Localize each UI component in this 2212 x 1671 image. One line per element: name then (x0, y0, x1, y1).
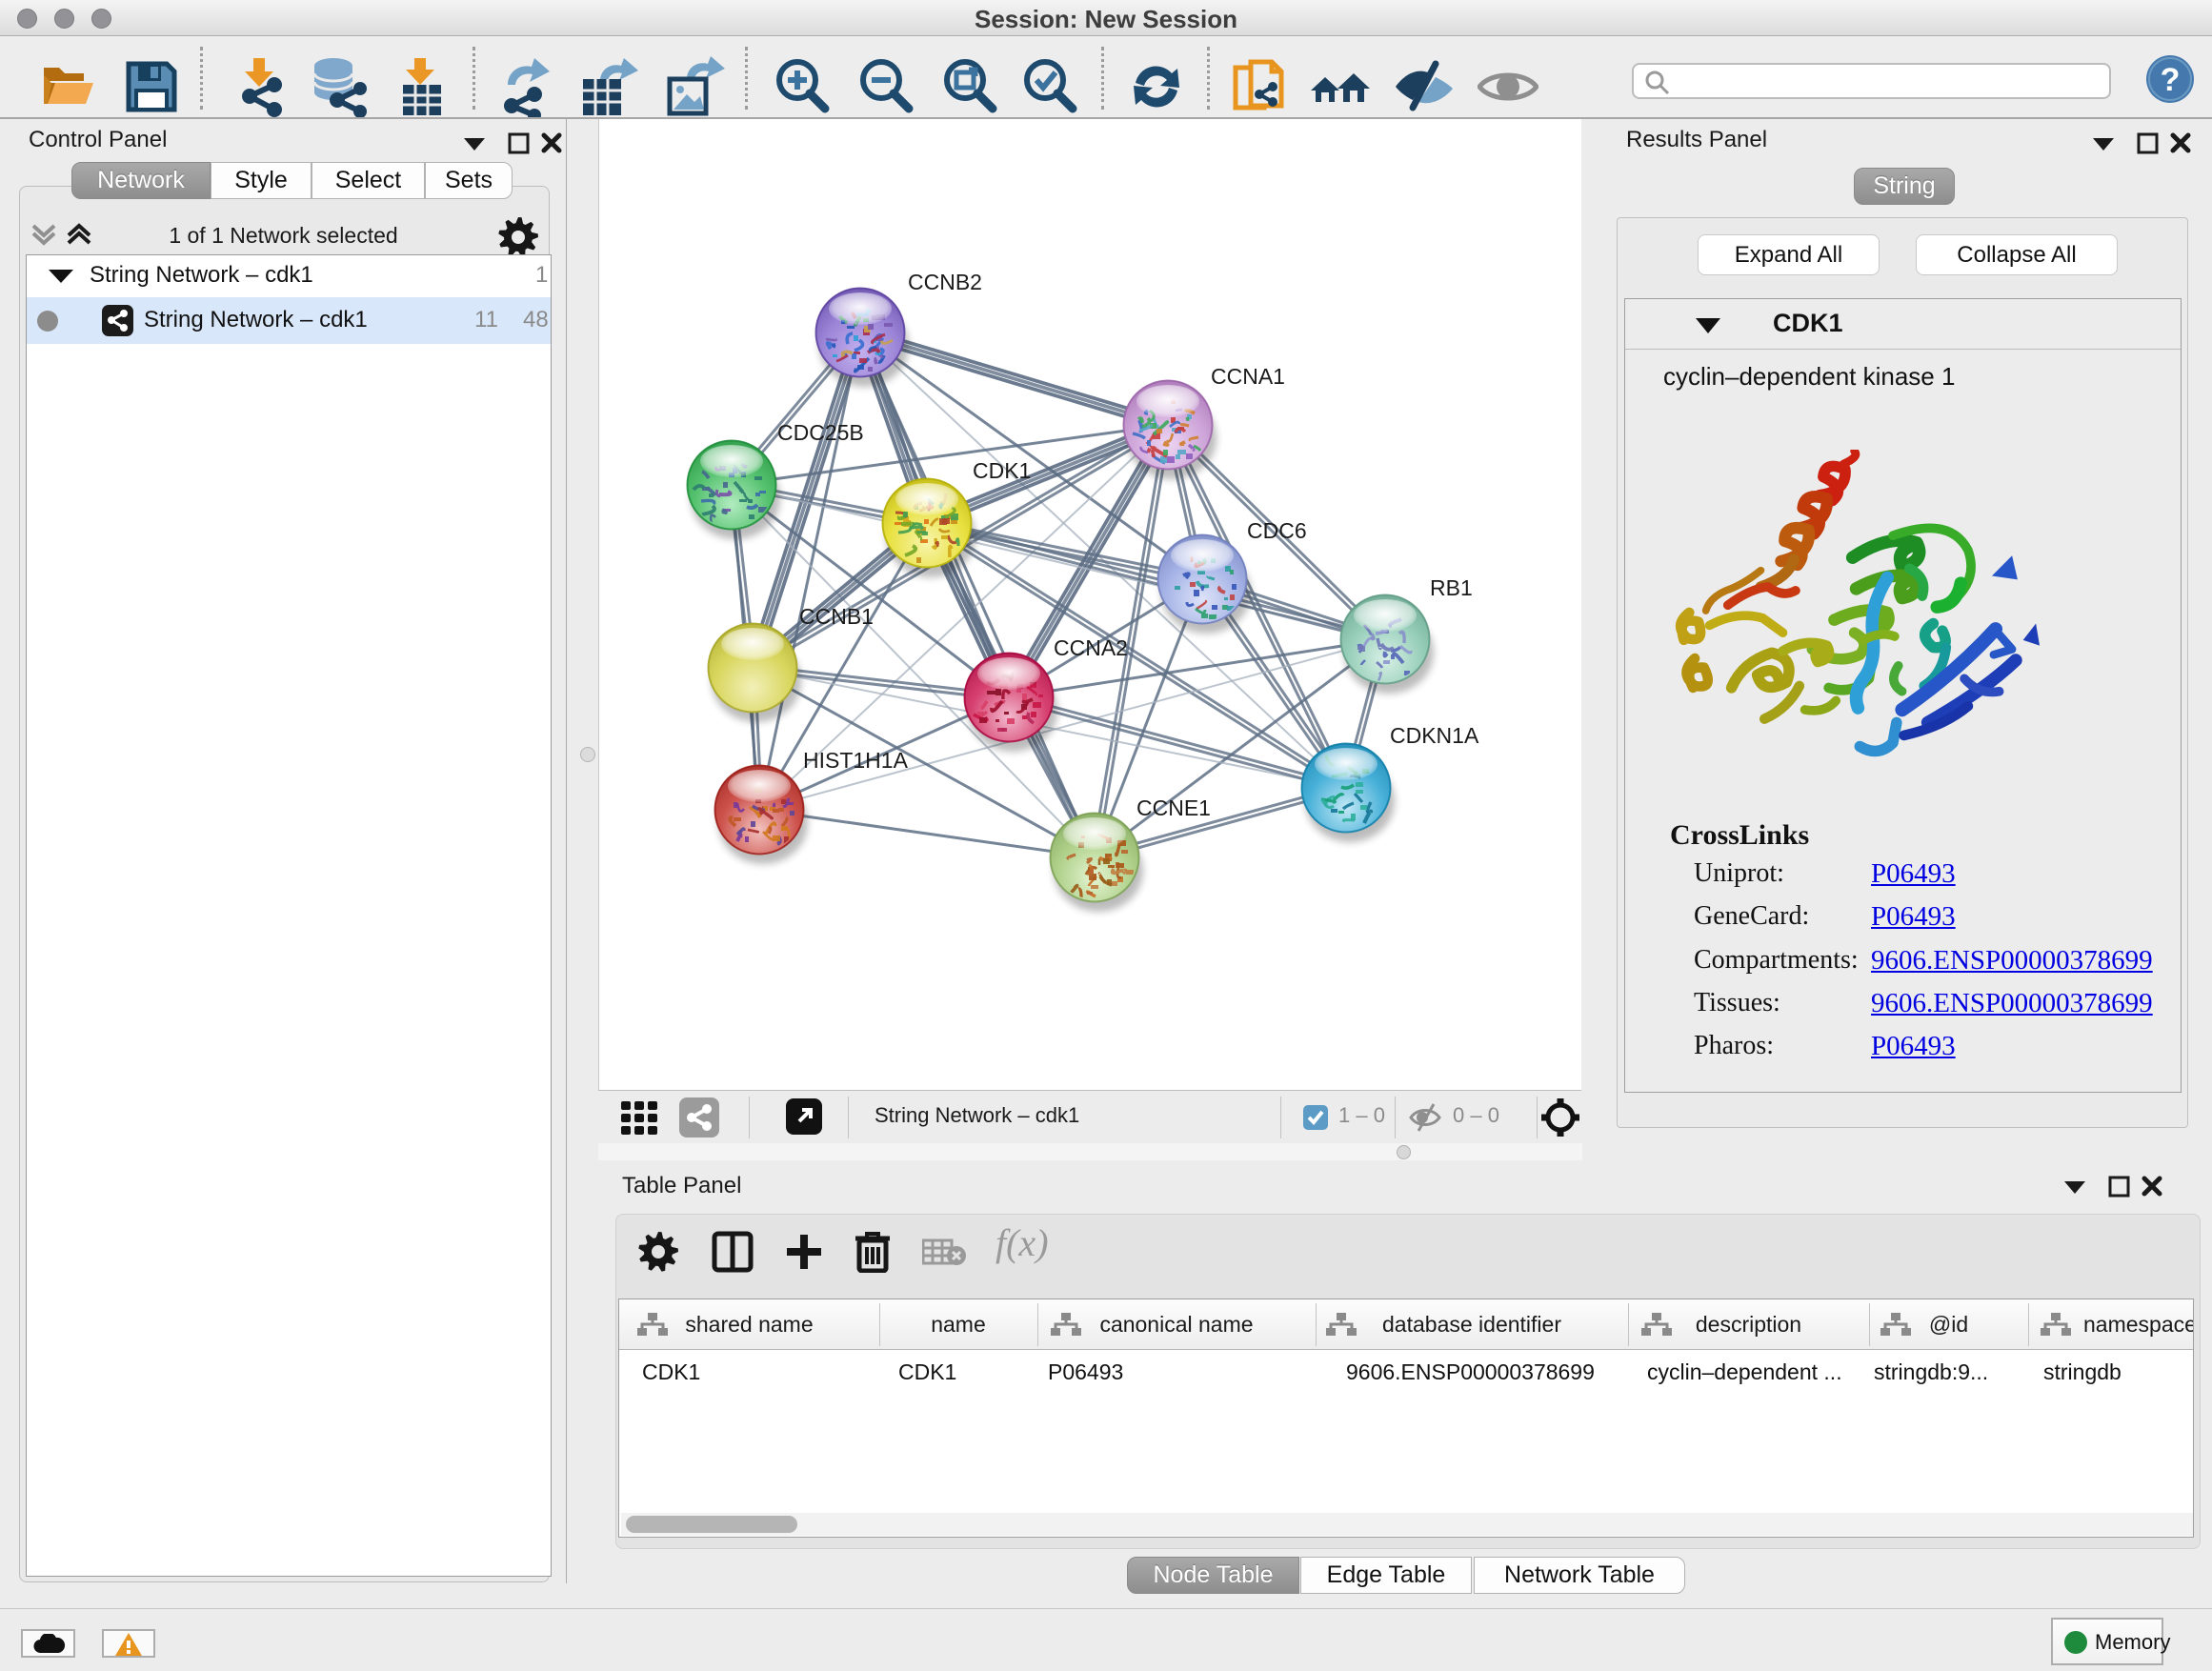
svg-text:CCNB1: CCNB1 (799, 604, 874, 629)
svg-text:RB1: RB1 (1430, 575, 1473, 600)
svg-text:CCNB2: CCNB2 (908, 270, 982, 294)
svg-text:HIST1H1A: HIST1H1A (803, 748, 909, 773)
svg-text:CCNA2: CCNA2 (1054, 635, 1128, 660)
svg-text:?: ? (2161, 62, 2181, 98)
svg-text:CDKN1A: CDKN1A (1390, 723, 1479, 748)
svg-text:CCNA1: CCNA1 (1211, 364, 1285, 389)
svg-text:CDC25B: CDC25B (777, 420, 864, 445)
svg-text:CDC6: CDC6 (1247, 518, 1307, 543)
svg-text:CCNE1: CCNE1 (1136, 795, 1211, 820)
svg-text:CDK1: CDK1 (973, 458, 1031, 483)
